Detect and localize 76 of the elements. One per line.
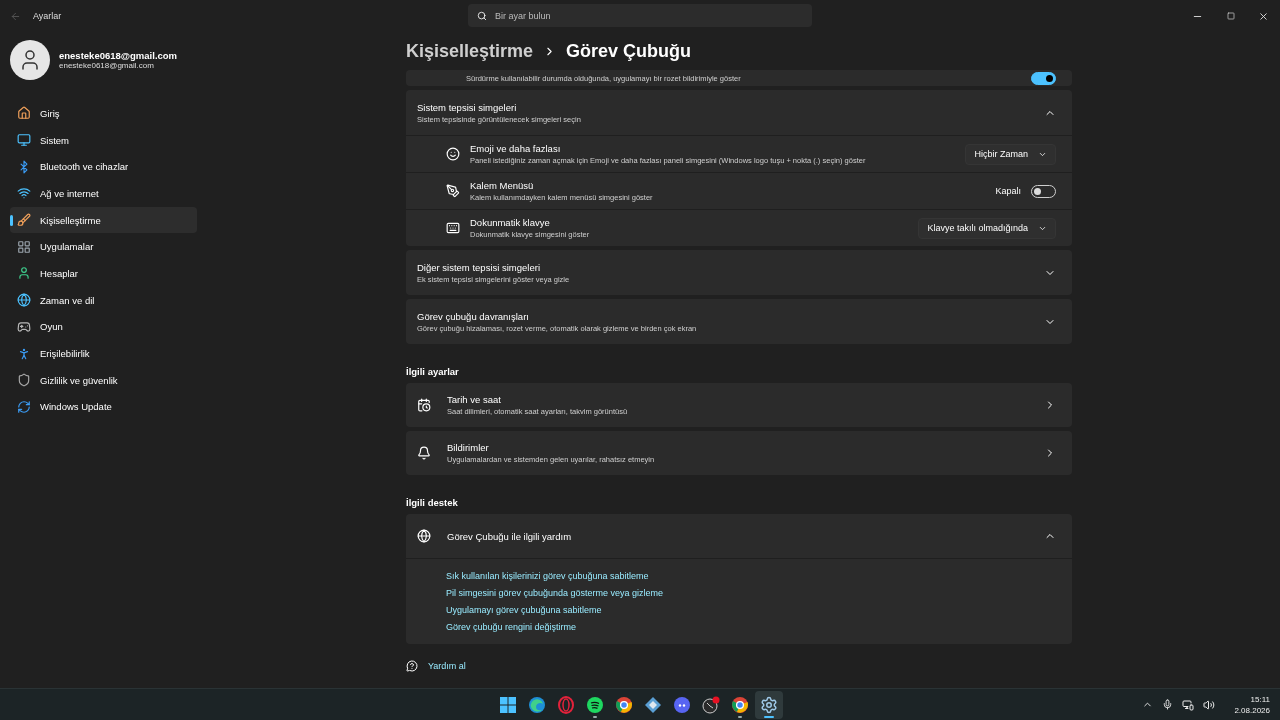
page-title: Görev Çubuğu: [566, 40, 692, 62]
globe-clock-icon: [17, 293, 31, 308]
browser-icon: [615, 696, 633, 714]
help-title: Görev Çubuğu ile ilgili yardım: [447, 530, 573, 542]
help-link[interactable]: Uygulamayı görev çubuğuna sabitleme: [446, 605, 602, 615]
person-icon: [17, 266, 31, 281]
shield-icon: [17, 373, 31, 388]
browser-icon: [731, 696, 749, 714]
keyboard-icon: [446, 221, 460, 235]
toggle-state-label: Kapalı: [995, 186, 1021, 196]
gear-icon: [760, 696, 778, 714]
diamond-icon: [644, 696, 662, 714]
setting-title: Dokunmatik klavye: [470, 217, 551, 228]
help-link[interactable]: Sık kullanılan kişilerinizi görev çubuğuna sabitleme: [446, 571, 649, 581]
chat-icon: [673, 696, 691, 714]
browser-icon: [528, 696, 546, 714]
section-heading: İlgili destek: [406, 497, 459, 508]
windows-logo-icon: [499, 696, 517, 714]
music-icon: [586, 696, 604, 714]
refresh-icon: [17, 399, 31, 414]
bell-icon: [417, 446, 431, 460]
group-title: Diğer sistem tepsisi simgeleri: [417, 261, 541, 273]
brush-icon: [17, 213, 31, 228]
monitor-icon: [17, 133, 31, 148]
search-icon: [477, 11, 487, 21]
setting-title: Kalem Menüsü: [470, 180, 535, 191]
search-field[interactable]: Bir ayar bulun: [468, 4, 812, 27]
get-help-link[interactable]: Yardım al: [428, 661, 466, 671]
sidebar-item[interactable]: Ağ ve internet: [10, 180, 197, 207]
breadcrumb-parent[interactable]: Kişiselleştirme: [406, 40, 534, 62]
group-title: Görev çubuğu davranışları: [417, 310, 530, 322]
pen-icon: [446, 184, 460, 198]
app-title: Ayarlar: [33, 11, 62, 21]
apps-icon: [17, 239, 31, 254]
sidebar-item[interactable]: Kişiselleştirme: [10, 206, 197, 234]
app-badge-icon: [702, 696, 720, 714]
sidebar-item[interactable]: Erişilebilirlik: [10, 340, 197, 367]
globe-icon: [417, 529, 431, 543]
sidebar-item[interactable]: Oyun: [10, 313, 197, 341]
taskbar-app[interactable]: [755, 691, 783, 719]
accessibility-icon: [17, 346, 31, 361]
dropdown[interactable]: Hiçbir Zaman: [965, 143, 1056, 165]
clock[interactable]: 15:11 2.08.2026: [1234, 693, 1270, 716]
toggle-switch[interactable]: [1031, 71, 1056, 85]
speaker-icon[interactable]: [1203, 698, 1216, 711]
sidebar-item[interactable]: Sistem: [10, 126, 197, 154]
sidebar-item[interactable]: Windows Update: [10, 393, 197, 421]
group-title: Sistem tepsisi simgeleri: [417, 101, 518, 113]
help-link[interactable]: Görev çubuğu rengini değiştirme: [446, 622, 577, 632]
sidebar-item[interactable]: Giriş: [10, 100, 197, 127]
sidebar-item[interactable]: Uygulamalar: [10, 233, 197, 261]
gamepad-icon: [17, 319, 31, 334]
section-heading: İlgili ayarlar: [406, 366, 460, 377]
sidebar-item[interactable]: Gizlilik ve güvenlik: [10, 366, 197, 394]
emoji-icon: [446, 147, 460, 161]
help-chat-icon: [406, 660, 418, 672]
calendar-clock-icon: [417, 398, 431, 412]
sidebar-item[interactable]: Zaman ve dil: [10, 286, 197, 314]
help-header[interactable]: Görev Çubuğu ile ilgili yardım: [406, 514, 1072, 558]
setting-title: Tarih ve saat: [447, 394, 502, 405]
avatar: [10, 40, 50, 80]
setting-title: Emoji ve daha fazlası: [470, 143, 562, 154]
dropdown[interactable]: Klavye takılı olmadığında: [918, 217, 1056, 239]
account-name: enesteke0618@gmail.com: [59, 50, 178, 61]
network-icon[interactable]: [1182, 698, 1195, 711]
maximize-icon: [1226, 12, 1235, 20]
close-icon: [1258, 10, 1269, 22]
help-link[interactable]: Pil simgesini görev çubuğunda gösterme veya gizleme: [446, 588, 664, 598]
sidebar-item[interactable]: Bluetooth ve cihazlar: [10, 153, 197, 181]
home-icon: [17, 106, 31, 121]
account-email: enesteke0618@gmail.com: [59, 61, 155, 70]
setting-title: Bildirimler: [447, 442, 490, 453]
sidebar-item[interactable]: Hesaplar: [10, 260, 197, 287]
ring-icon: [557, 696, 575, 714]
microphone-icon[interactable]: [1162, 699, 1174, 710]
wifi-icon: [17, 186, 31, 201]
